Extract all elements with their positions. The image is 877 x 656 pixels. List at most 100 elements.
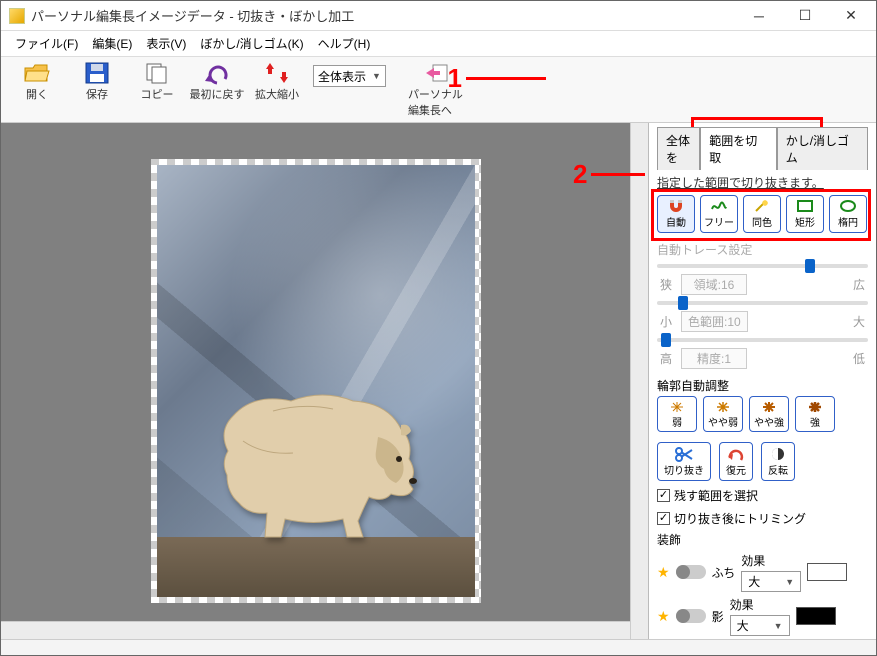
menu-blur[interactable]: ぼかし/消しゴム(K)	[194, 33, 309, 54]
menu-help[interactable]: ヘルプ(H)	[312, 33, 377, 54]
star-icon: ★	[657, 608, 670, 625]
copy-button[interactable]: コピー	[127, 59, 187, 104]
save-label: 保存	[86, 86, 108, 102]
shadow-color-swatch[interactable]	[796, 607, 836, 625]
invert-icon	[769, 446, 787, 462]
outline-row: 弱 やや弱 やや強 強	[657, 396, 868, 432]
restore-button[interactable]: 復元	[719, 442, 753, 481]
invert-button[interactable]: 反転	[761, 442, 795, 481]
menu-edit[interactable]: 編集(E)	[86, 33, 138, 54]
tool-ellipse[interactable]: 楕円	[829, 195, 867, 233]
check-keep-range[interactable]: ✓ 残す範囲を選択	[657, 487, 868, 504]
range-desc: 指定した範囲で切り抜きます。	[657, 174, 868, 191]
cutout-tool-row: 自動 フリー 同色 矩形	[657, 195, 868, 233]
area-slider-row	[657, 264, 868, 268]
auto-trace-header: 自動トレース設定	[657, 241, 868, 258]
action-row: 切り抜き 復元 反転	[657, 442, 868, 481]
zoom-value: 全体表示	[318, 68, 366, 85]
scissors-icon	[675, 446, 693, 462]
side-panel: 全体を 範囲を切取 かし/消しゴム 指定した範囲で切り抜きます。 自動 フリー	[648, 123, 876, 639]
outline-strong[interactable]: 強	[795, 396, 835, 432]
freehand-icon	[710, 199, 728, 213]
titlebar: パーソナル編集長イメージデータ - 切抜き・ぼかし加工 ─ ☐ ✕	[1, 1, 876, 31]
menubar: ファイル(F) 編集(E) 表示(V) ぼかし/消しゴム(K) ヘルプ(H)	[1, 31, 876, 57]
color-slider[interactable]	[678, 296, 688, 310]
tool-free[interactable]: フリー	[700, 195, 738, 233]
outline-header: 輪郭自動調整	[657, 377, 868, 394]
menu-file[interactable]: ファイル(F)	[9, 33, 84, 54]
shadow-toggle[interactable]	[676, 609, 706, 623]
rect-icon	[796, 199, 814, 213]
undo-label: 最初に戻す	[190, 86, 245, 102]
save-button[interactable]: 保存	[67, 59, 127, 104]
arrow-icon	[591, 173, 645, 176]
copy-icon	[143, 61, 171, 85]
chevron-down-icon: ▼	[785, 577, 794, 587]
zoom-icon	[263, 61, 291, 85]
tabs: 全体を 範囲を切取 かし/消しゴム	[657, 127, 868, 170]
edge-toggle[interactable]	[676, 565, 706, 579]
tool-same-color[interactable]: 同色	[743, 195, 781, 233]
floppy-icon	[83, 61, 111, 85]
area-slider[interactable]	[805, 259, 815, 273]
image-content	[157, 165, 475, 597]
back-icon	[422, 61, 450, 85]
h-scrollbar[interactable]	[1, 621, 630, 639]
tab-eraser[interactable]: かし/消しゴム	[777, 127, 868, 170]
open-label: 開く	[26, 86, 48, 102]
callout-2: 2	[573, 159, 645, 190]
canvas-area[interactable]	[1, 123, 630, 639]
edge-effect-select[interactable]: 大▼	[741, 571, 801, 592]
wand-icon	[753, 199, 771, 213]
spark3-icon	[760, 400, 778, 414]
undo-button[interactable]: 最初に戻す	[187, 59, 247, 104]
rock-ledge	[157, 537, 475, 597]
precision-slider[interactable]	[661, 333, 671, 347]
shadow-row: ★ 影 効果 大▼	[657, 596, 868, 636]
arrow-icon	[466, 77, 546, 80]
copy-label: コピー	[141, 86, 174, 102]
spark4-icon	[806, 400, 824, 414]
outline-medium-strong[interactable]: やや強	[749, 396, 789, 432]
edge-row: ★ ふち 効果 大▼	[657, 552, 868, 592]
open-button[interactable]: 開く	[7, 59, 67, 104]
zoom-button[interactable]: 拡大縮小	[247, 59, 307, 104]
folder-open-icon	[23, 61, 51, 85]
window-title: パーソナル編集長イメージデータ - 切抜き・ぼかし加工	[31, 6, 736, 25]
v-scrollbar[interactable]	[630, 123, 648, 639]
minimize-button[interactable]: ─	[736, 2, 782, 30]
tab-range-cut[interactable]: 範囲を切取	[700, 127, 776, 170]
spark1-icon	[668, 400, 686, 414]
menu-view[interactable]: 表示(V)	[140, 33, 192, 54]
redo-icon	[727, 446, 745, 462]
checkbox-icon: ✓	[657, 489, 670, 502]
callout-1: 1	[448, 63, 546, 94]
maximize-button[interactable]: ☐	[782, 2, 828, 30]
chevron-down-icon: ▼	[372, 71, 381, 81]
tool-rect[interactable]: 矩形	[786, 195, 824, 233]
undo-icon	[203, 61, 231, 85]
tool-auto[interactable]: 自動	[657, 195, 695, 233]
zoom-label: 拡大縮小	[255, 86, 299, 102]
area-field[interactable]: 領域:16	[681, 274, 747, 295]
checkbox-icon: ✓	[657, 512, 670, 525]
shadow-effect-select[interactable]: 大▼	[730, 615, 790, 636]
check-trim-after[interactable]: ✓ 切り抜き後にトリミング	[657, 510, 868, 527]
tab-whole[interactable]: 全体を	[657, 127, 700, 170]
cutout-button[interactable]: 切り抜き	[657, 442, 711, 481]
outline-medium-weak[interactable]: やや弱	[703, 396, 743, 432]
color-field[interactable]: 色範囲:10	[681, 311, 748, 332]
spark2-icon	[714, 400, 732, 414]
close-button[interactable]: ✕	[828, 2, 874, 30]
precision-field[interactable]: 精度:1	[681, 348, 747, 369]
app-icon	[9, 8, 25, 24]
polar-bear	[213, 381, 418, 541]
star-icon: ★	[657, 564, 670, 581]
statusbar	[1, 639, 876, 655]
transparency-checker	[151, 159, 481, 603]
edge-color-swatch[interactable]	[807, 563, 847, 581]
toolbar: 開く 保存 コピー 最初に戻す 拡大縮小 全体表示 ▼ パーソナル編集長へ 1	[1, 57, 876, 123]
outline-weak[interactable]: 弱	[657, 396, 697, 432]
zoom-select[interactable]: 全体表示 ▼	[313, 65, 386, 87]
app-window: パーソナル編集長イメージデータ - 切抜き・ぼかし加工 ─ ☐ ✕ ファイル(F…	[0, 0, 877, 656]
